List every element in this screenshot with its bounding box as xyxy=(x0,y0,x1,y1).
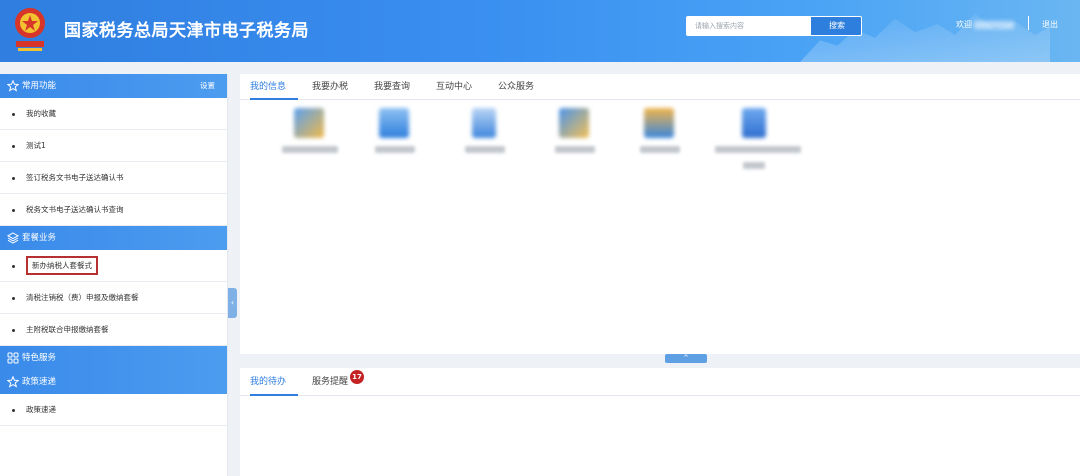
blurred-label xyxy=(640,146,680,153)
section-title: 套餐业务 xyxy=(22,233,57,243)
section-title: 特色服务 xyxy=(22,353,57,363)
section-header-policy[interactable]: 政策速递 xyxy=(0,370,227,394)
sidebar: 常用功能 设置 我的收藏 测试1 签订税务文书电子送达确认书 税务文书电子送达确… xyxy=(0,74,228,476)
tab-query[interactable]: 我要查询 xyxy=(374,74,410,100)
logout-link[interactable]: 退出 xyxy=(1042,19,1058,30)
top-header: 国家税务总局天津市电子税务局 搜索 欢迎 退出 xyxy=(0,0,1080,62)
section-title: 政策速递 xyxy=(22,377,57,387)
sidebar-item-joint-declaration-package[interactable]: 主附税联合申报缴纳套餐 xyxy=(0,314,227,346)
sidebar-item-label: 主附税联合申报缴纳套餐 xyxy=(26,325,109,334)
sidebar-item-label: 政策速递 xyxy=(26,405,56,414)
app-icon xyxy=(472,108,496,138)
settings-link[interactable]: 设置 xyxy=(200,74,215,98)
app-tile[interactable] xyxy=(715,108,815,178)
main-panel: 我的信息 我要办税 我要查询 互动中心 公众服务 xyxy=(240,74,1080,354)
sidebar-collapse-button[interactable]: ‹ xyxy=(228,288,237,318)
search-button[interactable]: 搜索 xyxy=(811,17,861,35)
welcome-label: 欢迎 xyxy=(956,20,972,29)
site-title: 国家税务总局天津市电子税务局 xyxy=(64,21,309,41)
star-icon xyxy=(7,80,19,92)
panel-toggle-up-button[interactable]: ^ xyxy=(665,354,707,363)
search-input[interactable] xyxy=(687,17,811,35)
tab-tax-handling[interactable]: 我要办税 xyxy=(312,74,348,100)
app-icon xyxy=(742,108,766,138)
sidebar-item-label: 测试1 xyxy=(26,141,46,150)
blurred-label xyxy=(465,146,505,153)
app-tile[interactable] xyxy=(445,108,525,178)
blurred-label xyxy=(282,146,338,153)
sidebar-item-sign-delivery[interactable]: 签订税务文书电子送达确认书 xyxy=(0,162,227,194)
star-icon xyxy=(7,376,19,388)
header-divider xyxy=(1028,16,1029,30)
section-header-packages[interactable]: 套餐业务 xyxy=(0,226,227,250)
app-icon xyxy=(559,108,589,138)
sidebar-item-label: 新办纳税人套餐式 xyxy=(26,256,98,275)
tab-my-info[interactable]: 我的信息 xyxy=(250,74,298,100)
app-tile[interactable] xyxy=(620,108,700,178)
sidebar-item-delivery-query[interactable]: 税务文书电子送达确认书查询 xyxy=(0,194,227,226)
section-title: 常用功能 xyxy=(22,81,57,91)
sidebar-item-favorites[interactable]: 我的收藏 xyxy=(0,98,227,130)
app-icon xyxy=(294,108,324,138)
sidebar-item-test1[interactable]: 测试1 xyxy=(0,130,227,162)
app-icon xyxy=(644,108,674,138)
sidebar-item-deregistration-package[interactable]: 清税注销税（费）申报及缴纳套餐 xyxy=(0,282,227,314)
section-header-featured[interactable]: 特色服务 xyxy=(0,346,227,370)
username-blurred xyxy=(974,20,1014,29)
tab-service-reminder[interactable]: 服务提醒 xyxy=(312,368,348,396)
tab-my-todo[interactable]: 我的待办 xyxy=(250,368,298,396)
blurred-label xyxy=(715,146,801,153)
blurred-label xyxy=(375,146,415,153)
bottom-tabs: 我的待办 服务提醒 17 xyxy=(240,368,1080,396)
layers-icon xyxy=(7,232,19,244)
sidebar-item-label: 清税注销税（费）申报及缴纳套餐 xyxy=(26,293,139,302)
tab-public-service[interactable]: 公众服务 xyxy=(498,74,534,100)
blurred-label xyxy=(743,162,765,169)
app-tile[interactable] xyxy=(270,108,350,178)
app-icon xyxy=(379,108,409,138)
sidebar-item-label: 我的收藏 xyxy=(26,109,56,118)
blurred-label xyxy=(555,146,595,153)
app-tile[interactable] xyxy=(535,108,615,178)
grid-icon xyxy=(7,352,19,364)
tab-interaction[interactable]: 互动中心 xyxy=(436,74,472,100)
search-box: 搜索 xyxy=(686,16,862,36)
sidebar-item-label: 签订税务文书电子送达确认书 xyxy=(26,173,124,182)
main-tabs: 我的信息 我要办税 我要查询 互动中心 公众服务 xyxy=(240,74,1080,100)
sidebar-item-new-taxpayer-package[interactable]: 新办纳税人套餐式 xyxy=(0,250,227,282)
welcome-text: 欢迎 xyxy=(956,19,1014,30)
section-header-common[interactable]: 常用功能 设置 xyxy=(0,74,227,98)
reminder-count-badge: 17 xyxy=(350,370,364,384)
tax-emblem-icon xyxy=(15,8,45,51)
sidebar-item-policy-express[interactable]: 政策速递 xyxy=(0,394,227,426)
app-tile[interactable] xyxy=(355,108,435,178)
bottom-panel: 我的待办 服务提醒 17 xyxy=(240,368,1080,476)
sidebar-item-label: 税务文书电子送达确认书查询 xyxy=(26,205,124,214)
